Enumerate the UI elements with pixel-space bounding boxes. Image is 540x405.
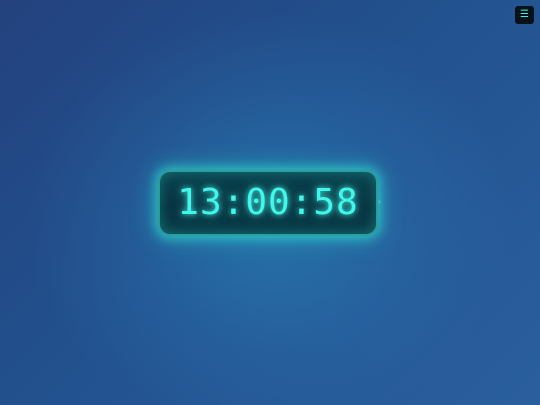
menu-button[interactable]: ☰: [515, 6, 534, 24]
clock-time: 13:00:58: [177, 182, 359, 223]
menu-icon: ☰: [520, 9, 529, 20]
clock-display: 13:00:58: [158, 170, 378, 236]
chevron-right-icon: ›: [378, 198, 381, 206]
